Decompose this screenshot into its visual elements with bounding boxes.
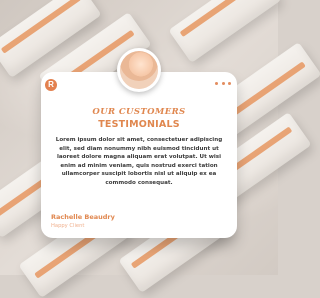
section-title-line1: OUR CUSTOMERS [92,107,186,117]
background-product-label [179,0,261,38]
client-avatar [117,48,161,92]
section-title-line2: TESTIMONIALS [98,119,180,130]
author-role: Happy Client [51,223,85,229]
brand-logo-icon: R [45,79,57,91]
author-name: Rachelle Beaudry [51,213,115,221]
testimonial-card: R OUR CUSTOMERS TESTIMONIALS Lorem ipsum… [41,72,237,238]
more-options-icon[interactable] [215,78,231,88]
testimonial-text: Lorem ipsum dolor sit amet, consectetuer… [55,137,223,186]
background-product-label [0,0,82,54]
background-product-box [168,0,282,63]
background-product-label [225,61,306,121]
avatar-photo [120,51,158,89]
